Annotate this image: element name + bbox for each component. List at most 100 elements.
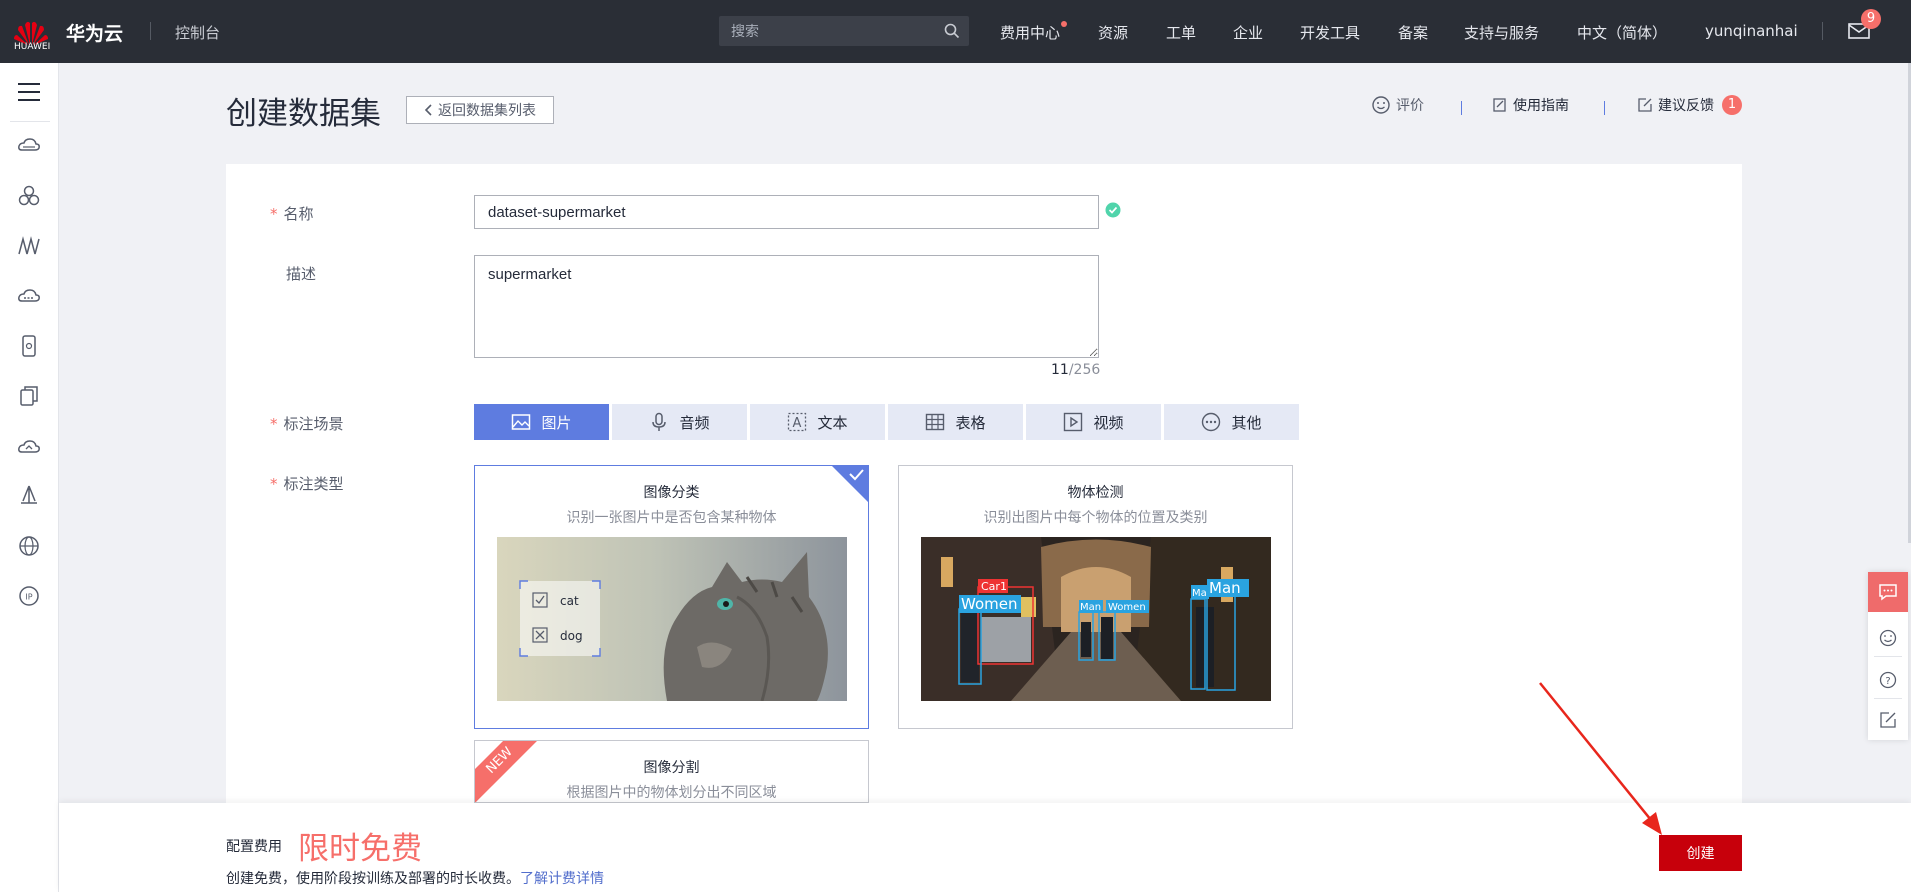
feedback-link[interactable]: 建议反馈 1 xyxy=(1637,95,1742,115)
guide-link[interactable]: 使用指南 xyxy=(1492,95,1569,115)
mail-count-badge: 9 xyxy=(1861,9,1881,29)
copy-icon[interactable] xyxy=(16,383,42,409)
svg-text:?: ? xyxy=(1885,676,1890,687)
top-bar: HUAWEI 华为云 控制台 费用中心 资源 工单 企业 开发工具 备案 支持与… xyxy=(0,0,1911,63)
check-icon xyxy=(849,469,864,481)
book-edit-icon xyxy=(1493,98,1506,112)
svg-text:A: A xyxy=(793,416,802,431)
smile-icon[interactable] xyxy=(1878,628,1898,648)
type-card-image-segmentation[interactable]: NEW 图像分割 根据图片中的物体划分出不同区域 xyxy=(474,740,869,803)
type-card-subtitle: 识别一张图片中是否包含某种物体 xyxy=(566,510,777,526)
type-label-text: 标注类型 xyxy=(283,475,344,493)
globe-icon[interactable] xyxy=(16,533,42,559)
nav-resources[interactable]: 资源 xyxy=(1098,22,1128,43)
rate-link[interactable]: 评价 xyxy=(1371,95,1424,115)
menu-icon[interactable] xyxy=(16,79,42,105)
tab-table[interactable]: 表格 xyxy=(888,404,1023,440)
name-label-text: 名称 xyxy=(283,205,314,223)
divider xyxy=(10,121,50,122)
image-icon xyxy=(512,414,531,430)
check-circle-icon xyxy=(1105,202,1121,218)
notification-dot xyxy=(1061,21,1067,27)
microphone-icon xyxy=(652,412,667,431)
guide-label: 使用指南 xyxy=(1513,98,1569,114)
tab-audio[interactable]: 音频 xyxy=(612,404,747,440)
search-icon[interactable] xyxy=(943,22,961,40)
tab-other-label: 其他 xyxy=(1231,413,1262,432)
smile-icon xyxy=(1372,96,1390,114)
tab-image[interactable]: 图片 xyxy=(474,404,609,440)
nav-support[interactable]: 支持与服务 xyxy=(1464,22,1539,43)
type-label: * 标注类型 xyxy=(270,473,344,494)
tab-table-label: 表格 xyxy=(955,413,986,432)
cluster-icon[interactable] xyxy=(16,183,42,209)
cloud-server-icon[interactable] xyxy=(16,133,42,159)
tab-other[interactable]: 其他 xyxy=(1164,404,1299,440)
nav-dev-tools[interactable]: 开发工具 xyxy=(1300,22,1360,43)
label-women-2: Women xyxy=(1108,602,1146,613)
type-card-image-classification[interactable]: 图像分类 识别一张图片中是否包含某种物体 cat dog xyxy=(474,465,869,729)
rate-label: 评价 xyxy=(1396,98,1424,114)
type-card-subtitle: 根据图片中的物体划分出不同区域 xyxy=(566,785,777,801)
page-title: 创建数据集 xyxy=(226,96,381,132)
nav-icp-filing[interactable]: 备案 xyxy=(1398,22,1428,43)
label-man: Man xyxy=(1080,602,1101,613)
required-marker: * xyxy=(270,205,278,223)
description-textarea[interactable]: supermarket xyxy=(474,255,1099,358)
scene-label-text: 标注场景 xyxy=(283,415,344,433)
nav-tickets[interactable]: 工单 xyxy=(1166,22,1196,43)
label-dog: dog xyxy=(560,629,583,643)
nav-enterprise[interactable]: 企业 xyxy=(1233,22,1263,43)
ip-icon[interactable]: IP xyxy=(16,583,42,609)
more-icon xyxy=(1202,412,1221,432)
label-car1: Car1 xyxy=(981,580,1007,593)
street-image: Car1 Women Man Women Ma Man xyxy=(921,537,1271,701)
billing-details-link[interactable]: 了解计费详情 xyxy=(520,871,604,887)
cloud-icon[interactable] xyxy=(16,433,42,459)
nav-billing-center[interactable]: 费用中心 xyxy=(1000,22,1060,43)
svg-text:IP: IP xyxy=(25,593,32,602)
chat-button[interactable] xyxy=(1868,572,1908,612)
brand-name[interactable]: 华为云 xyxy=(66,19,123,46)
char-counter: 11/256 xyxy=(1051,362,1100,378)
left-sidebar: IP xyxy=(0,63,59,892)
user-name[interactable]: yunqinanhai xyxy=(1705,22,1798,40)
disk-icon[interactable] xyxy=(16,283,42,309)
description-label: 描述 xyxy=(286,265,317,283)
language-switch[interactable]: 中文（简体） xyxy=(1577,22,1667,43)
required-marker: * xyxy=(270,415,278,433)
tab-video-label: 视频 xyxy=(1093,413,1124,432)
type-card-object-detection[interactable]: 物体检测 识别出图片中每个物体的位置及类别 Car1 Women Man Wom… xyxy=(898,465,1293,729)
video-play-icon xyxy=(1064,412,1083,432)
scene-label: * 标注场景 xyxy=(270,413,344,434)
table-icon xyxy=(926,413,945,431)
function-icon[interactable] xyxy=(16,233,42,259)
required-marker: * xyxy=(270,475,278,493)
chevron-left-icon xyxy=(424,104,432,116)
logo-wordmark: HUAWEI xyxy=(14,42,51,52)
divider xyxy=(1874,656,1902,657)
tab-audio-label: 音频 xyxy=(679,413,710,432)
type-card-title: 图像分类 xyxy=(643,485,700,501)
tab-video[interactable]: 视频 xyxy=(1026,404,1161,440)
type-card-title: 图像分割 xyxy=(643,760,700,776)
console-link[interactable]: 控制台 xyxy=(175,22,220,43)
deploy-icon[interactable] xyxy=(16,483,42,509)
tab-text[interactable]: A 文本 xyxy=(750,404,885,440)
dataset-name-input[interactable] xyxy=(474,195,1099,229)
search-box[interactable] xyxy=(719,16,969,46)
mobile-icon[interactable] xyxy=(16,333,42,359)
search-input[interactable] xyxy=(731,22,931,40)
divider xyxy=(150,22,151,40)
tab-text-label: 文本 xyxy=(817,413,848,432)
back-to-list-button[interactable]: 返回数据集列表 xyxy=(406,96,554,124)
label-ma: Ma xyxy=(1192,588,1207,599)
type-card-subtitle: 识别出图片中每个物体的位置及类别 xyxy=(983,510,1208,526)
help-icon[interactable]: ? xyxy=(1878,670,1898,690)
fee-note-text: 创建免费，使用阶段按训练及部署的时长收费。 xyxy=(226,871,520,887)
create-button[interactable]: 创建 xyxy=(1659,835,1742,871)
edit-icon[interactable] xyxy=(1878,710,1898,730)
char-max: /256 xyxy=(1068,362,1101,378)
type-card-title: 物体检测 xyxy=(1067,485,1124,501)
chat-icon xyxy=(1879,584,1897,601)
